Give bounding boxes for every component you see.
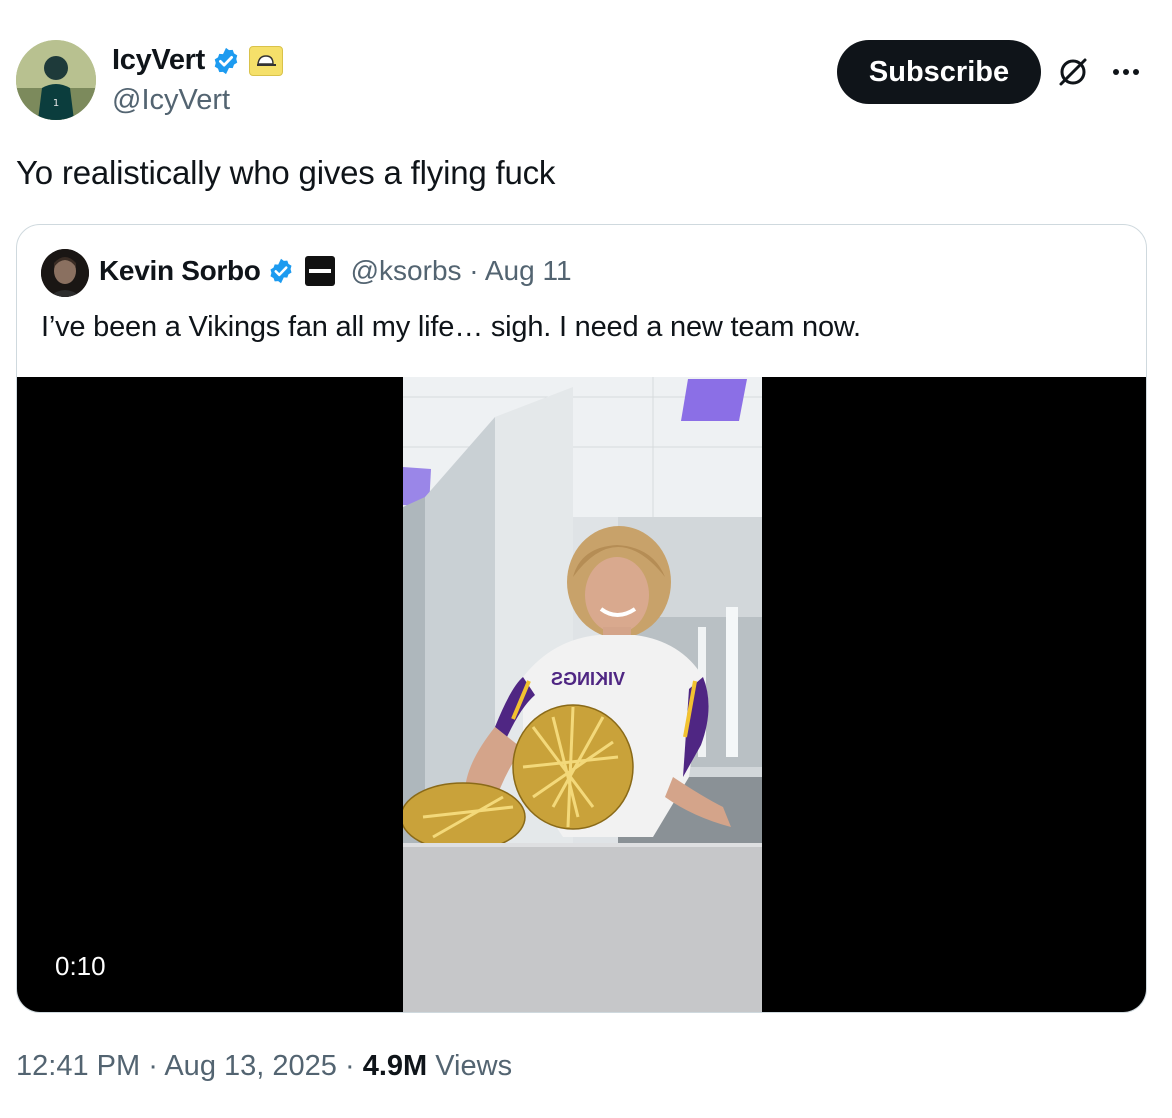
quoted-text: I’ve been a Vikings fan all my life… sig… bbox=[41, 311, 861, 343]
author-avatar[interactable]: 1 bbox=[16, 40, 96, 120]
separator: · bbox=[344, 1050, 355, 1082]
cap-icon[interactable] bbox=[249, 45, 284, 76]
quoted-handle-date[interactable]: @ksorbs · Aug 11 bbox=[351, 255, 572, 287]
tweet-time[interactable]: 12:41 PM bbox=[16, 1050, 140, 1082]
subscribe-button[interactable]: Subscribe bbox=[837, 40, 1041, 104]
author-name-row: IcyVert bbox=[112, 44, 284, 77]
video-duration: 0:10 bbox=[41, 943, 120, 989]
jersey-text: VIKINGS bbox=[551, 669, 625, 689]
video-player[interactable]: VIKINGS 0:10 bbox=[17, 377, 1146, 1012]
quoted-tweet-card[interactable]: Kevin Sorbo @ksorbs · Aug 11 I’ve been a… bbox=[16, 224, 1147, 1013]
outlet-logo-icon[interactable] bbox=[304, 256, 335, 286]
svg-text:1: 1 bbox=[53, 98, 59, 109]
tweet-metadata: 12:41 PM · Aug 13, 2025 · 4.9M Views bbox=[16, 1050, 512, 1083]
tweet-date[interactable]: Aug 13, 2025 bbox=[164, 1050, 337, 1082]
views-count: 4.9M bbox=[362, 1050, 428, 1082]
more-options-icon[interactable] bbox=[1106, 52, 1146, 92]
author-display-name[interactable]: IcyVert bbox=[112, 44, 205, 77]
views-label: Views bbox=[435, 1050, 513, 1082]
player-photo: 1 bbox=[16, 40, 96, 120]
separator: · bbox=[148, 1050, 158, 1082]
quoted-author-avatar[interactable] bbox=[41, 249, 89, 297]
quoted-header: Kevin Sorbo @ksorbs · Aug 11 bbox=[99, 255, 572, 287]
video-thumbnail: VIKINGS bbox=[403, 377, 762, 1012]
author-handle[interactable]: @IcyVert bbox=[112, 84, 230, 117]
tweet-text: Yo realistically who gives a flying fuck bbox=[16, 154, 556, 191]
video-frame: VIKINGS bbox=[403, 377, 762, 1012]
grok-icon[interactable] bbox=[1055, 54, 1091, 90]
verified-badge-icon[interactable] bbox=[211, 46, 241, 76]
verified-badge-icon[interactable] bbox=[267, 257, 295, 285]
quoted-display-name[interactable]: Kevin Sorbo bbox=[99, 255, 261, 287]
